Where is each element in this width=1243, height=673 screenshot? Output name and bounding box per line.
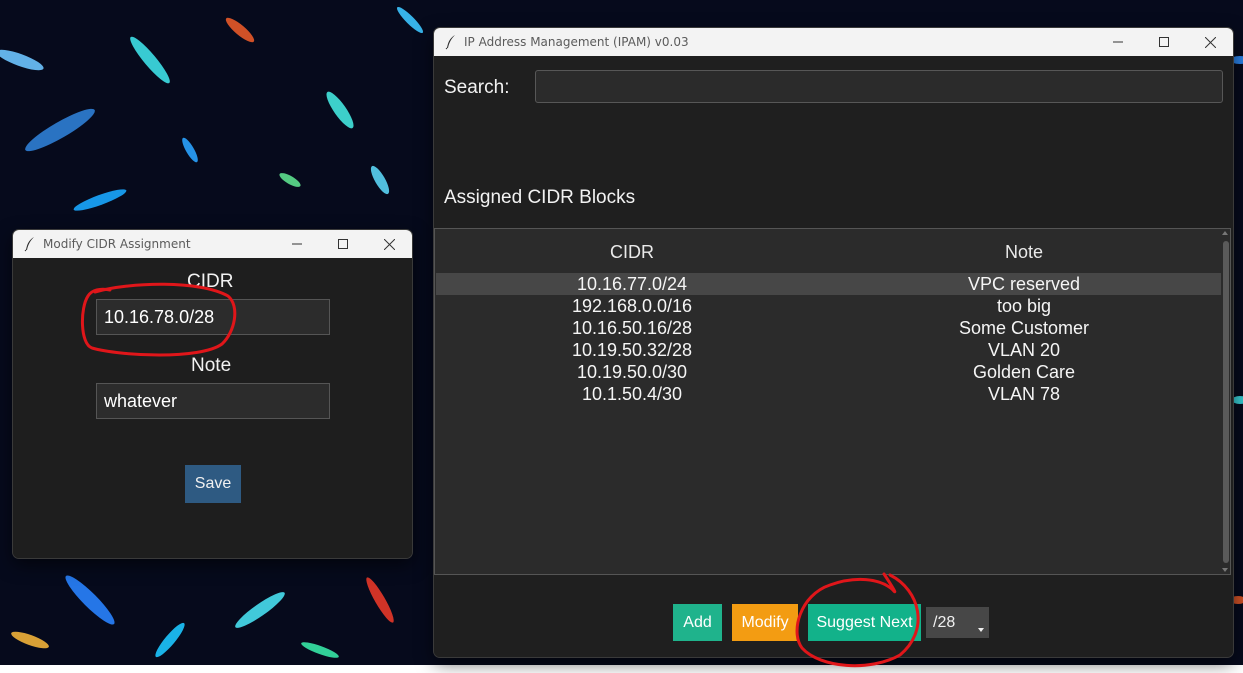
prefix-length-select[interactable]: /28 [926, 607, 989, 638]
table-row[interactable]: 192.168.0.0/16 too big [436, 295, 1221, 317]
table-row[interactable]: 10.16.77.0/24 VPC reserved [436, 273, 1221, 295]
modify-window-body: CIDR 10.16.78.0/28 Note whatever Save [13, 258, 412, 558]
column-header-cidr[interactable]: CIDR [532, 242, 732, 263]
table-row[interactable]: 10.19.50.0/30 Golden Care [436, 361, 1221, 383]
cidr-cell: 10.19.50.0/30 [576, 362, 688, 382]
note-cell: VPC reserved [967, 274, 1081, 294]
main-window-titlebar[interactable]: IP Address Management (IPAM) v0.03 [434, 28, 1233, 56]
table-scrollbar[interactable] [1221, 229, 1230, 574]
note-cell: VLAN 20 [987, 340, 1061, 360]
taskbar-edge [0, 665, 1243, 673]
note-cell: Golden Care [972, 362, 1076, 382]
modify-window-titlebar[interactable]: Modify CIDR Assignment [13, 230, 412, 258]
scroll-up-icon[interactable] [1222, 231, 1228, 235]
maximize-button[interactable] [320, 230, 366, 258]
cidr-table: CIDR Note 10.16.77.0/24 VPC reserved 192… [434, 228, 1231, 575]
table-row[interactable]: 10.1.50.4/30 VLAN 78 [436, 383, 1221, 405]
modify-cidr-window: Modify CIDR Assignment CIDR 10.16.78.0/2… [13, 230, 412, 558]
cidr-input[interactable]: 10.16.78.0/28 [96, 299, 330, 335]
save-button[interactable]: Save [185, 465, 241, 503]
main-window-title: IP Address Management (IPAM) v0.03 [464, 35, 689, 49]
close-button[interactable] [1187, 28, 1233, 56]
scroll-down-icon[interactable] [1222, 568, 1228, 572]
suggest-next-button[interactable]: Suggest Next [808, 604, 921, 641]
maximize-icon [338, 239, 348, 249]
table-row[interactable]: 10.19.50.32/28 VLAN 20 [436, 339, 1221, 361]
minimize-icon [292, 243, 302, 245]
note-label: Note [191, 355, 232, 376]
add-button[interactable]: Add [673, 604, 722, 641]
modify-window-title: Modify CIDR Assignment [43, 237, 191, 251]
cidr-cell: 192.168.0.0/16 [571, 296, 693, 316]
cidr-label: CIDR [187, 271, 234, 292]
close-button[interactable] [366, 230, 412, 258]
feather-icon [24, 237, 34, 252]
close-icon [1204, 36, 1216, 48]
search-input[interactable] [535, 70, 1223, 103]
modify-button[interactable]: Modify [732, 604, 798, 641]
cidr-cell: 10.1.50.4/30 [581, 384, 683, 404]
main-window-body: Search: Assigned CIDR Blocks CIDR Note 1… [434, 56, 1233, 657]
note-input[interactable]: whatever [96, 383, 330, 419]
cidr-cell: 10.19.50.32/28 [571, 340, 693, 360]
note-cell: VLAN 78 [987, 384, 1061, 404]
maximize-button[interactable] [1141, 28, 1187, 56]
note-cell: too big [996, 296, 1052, 316]
table-body: 10.16.77.0/24 VPC reserved 192.168.0.0/1… [436, 273, 1221, 405]
column-header-note[interactable]: Note [924, 242, 1124, 263]
close-icon [383, 238, 395, 250]
assigned-cidr-title: Assigned CIDR Blocks [444, 187, 636, 208]
dropdown-arrow-icon [978, 628, 984, 632]
maximize-icon [1159, 37, 1169, 47]
prefix-length-value: /28 [933, 614, 956, 631]
note-cell: Some Customer [958, 318, 1090, 338]
table-header: CIDR Note [435, 229, 1222, 271]
minimize-icon [1113, 41, 1123, 43]
feather-icon [445, 35, 455, 50]
scroll-thumb[interactable] [1223, 241, 1229, 563]
minimize-button[interactable] [274, 230, 320, 258]
ipam-main-window: IP Address Management (IPAM) v0.03 Searc… [434, 28, 1233, 657]
cidr-cell: 10.16.50.16/28 [571, 318, 693, 338]
minimize-button[interactable] [1095, 28, 1141, 56]
table-row[interactable]: 10.16.50.16/28 Some Customer [436, 317, 1221, 339]
cidr-cell: 10.16.77.0/24 [576, 274, 688, 294]
search-label: Search: [444, 77, 510, 98]
